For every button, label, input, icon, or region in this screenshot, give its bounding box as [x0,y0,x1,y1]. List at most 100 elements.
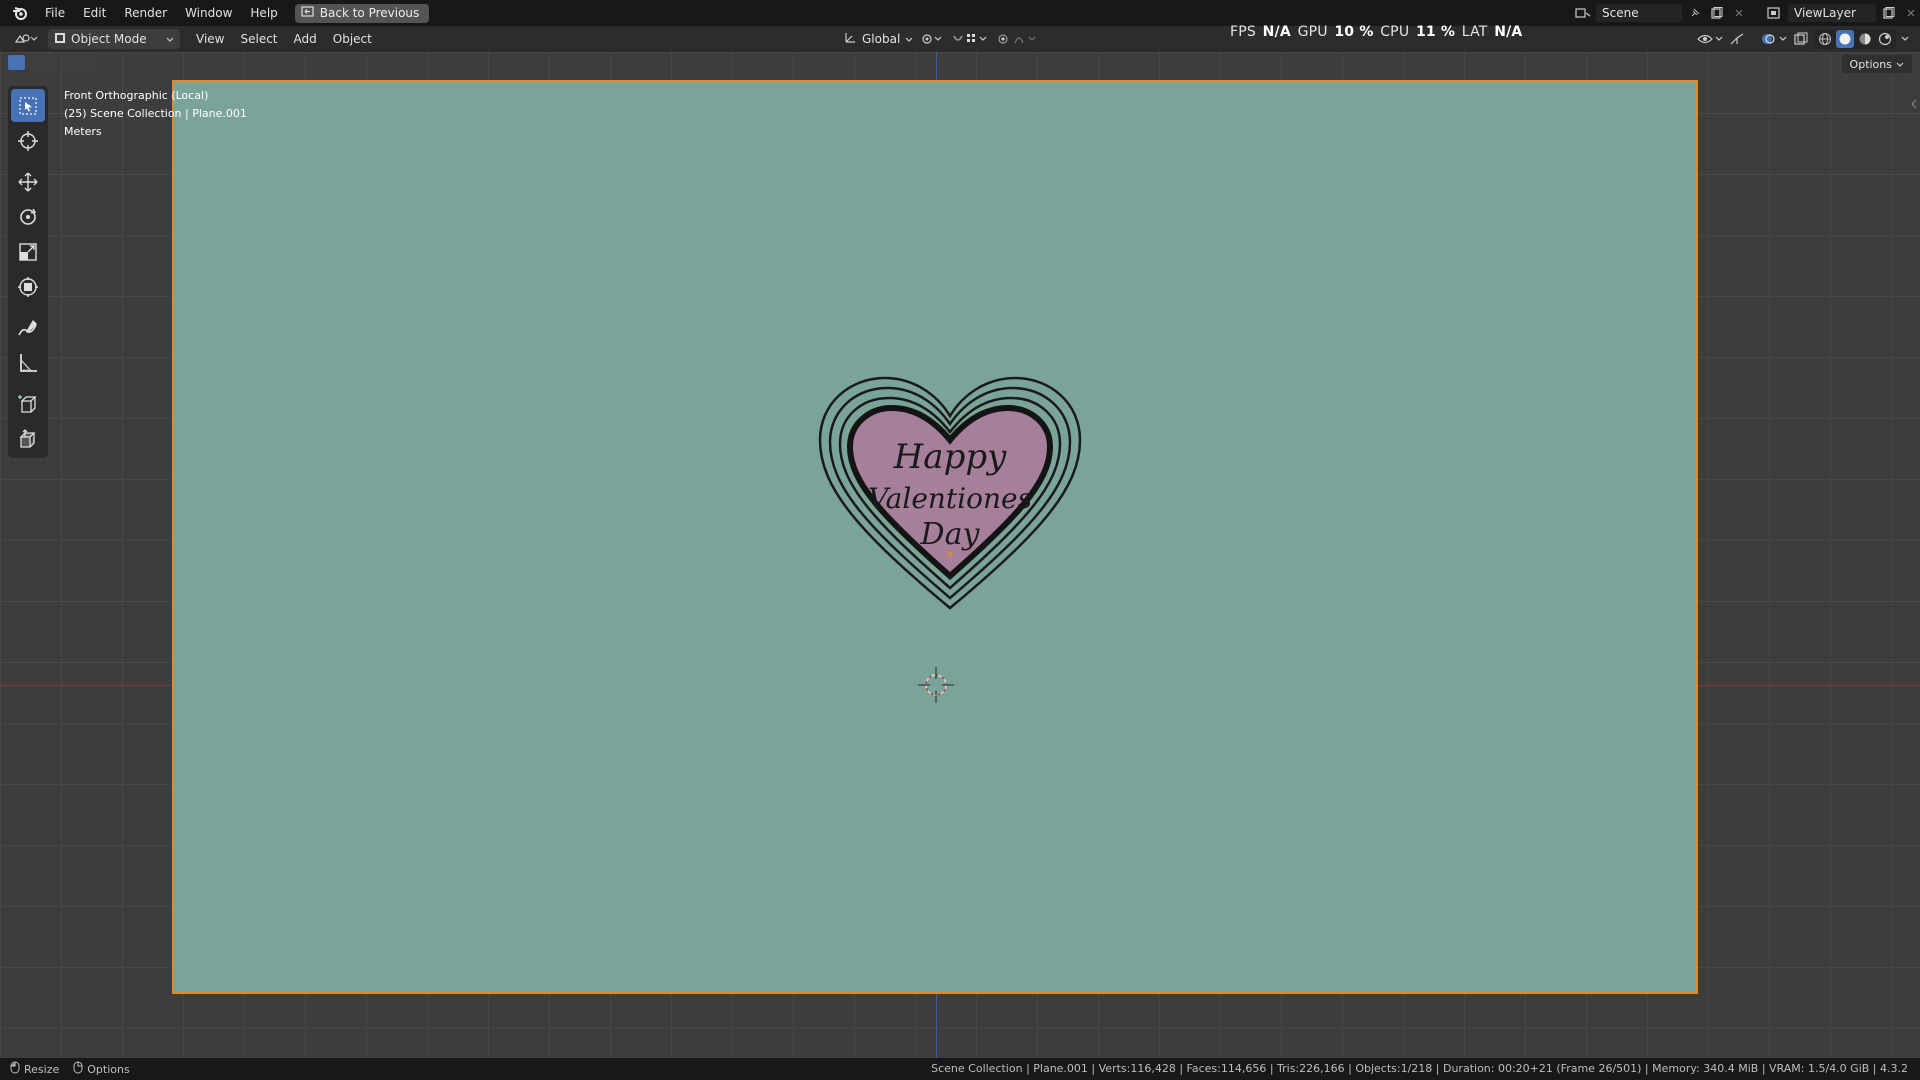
select-mode-invert-icon[interactable] [62,55,79,70]
view-name: Front Orthographic (Local) [64,89,209,102]
rotate-icon[interactable] [11,200,45,233]
status-bar: Resize Options Scene Collection | Plane.… [0,1058,1920,1080]
object-mode-dropdown[interactable]: Object Mode [48,29,180,49]
chevron-down-icon [1896,58,1904,71]
mouse-right-icon [73,1061,83,1077]
viewport-header: Object Mode View Select Add Object Globa… [0,26,1920,52]
visibility-eye-icon[interactable] [1696,30,1724,48]
viewport-info-overlay: Front Orthographic (Local) (25) Scene Co… [64,87,247,141]
object-mode-icon [54,32,66,47]
move-icon[interactable] [11,165,45,198]
overlays-icon[interactable] [1760,30,1788,48]
transform-orientation-label: Global [862,32,901,46]
material-preview-shading-icon[interactable] [1856,30,1874,48]
scene-browse-icon[interactable] [1574,4,1592,22]
unit-system: Meters [64,125,102,138]
proportional-editing-icon[interactable] [996,30,1040,48]
xray-toggle-icon[interactable] [1792,30,1810,48]
pin-icon[interactable] [1686,4,1704,22]
menu-window[interactable]: Window [176,0,241,26]
heart-text-line2: Valentiones [868,482,1032,515]
object-mode-label: Object Mode [71,32,147,46]
annotate-icon[interactable] [11,311,45,344]
lat-label: LAT [1461,24,1488,40]
mouse-left-icon [10,1061,20,1077]
transform-controls: Global [838,29,1040,49]
select-mode-new-icon[interactable] [8,55,25,70]
shading-mode-group [1814,29,1896,49]
extrude-icon[interactable] [11,422,45,455]
pivot-point-icon[interactable] [918,30,944,48]
camera-plane[interactable]: Happy Valentiones Day [172,80,1698,994]
select-mode-extend-icon[interactable] [26,55,43,70]
options-hint: Options [73,1061,130,1077]
3d-cursor-icon[interactable] [916,665,956,705]
measure-icon[interactable] [11,346,45,379]
chevron-down-icon [905,32,913,46]
heart-text-line3: Day [920,517,981,552]
scene-name: Scene [1602,6,1639,20]
collection-info: (25) Scene Collection | Plane.001 [64,107,247,120]
header-menu-object[interactable]: Object [325,32,380,46]
viewport-options-dropdown[interactable]: Options [1841,55,1912,73]
cursor-icon[interactable] [11,124,45,157]
back-to-previous-button[interactable]: Back to Previous [294,3,430,23]
header-menu-select[interactable]: Select [232,32,285,46]
chevron-down-icon [166,32,174,46]
select-mode-intersect-icon[interactable] [80,55,97,70]
object-origin-dot [947,551,953,557]
new-scene-icon[interactable] [1708,4,1726,22]
header-menu-view[interactable]: View [188,32,232,46]
resize-label: Resize [24,1062,60,1076]
editor-type-icon[interactable] [12,30,40,48]
back-to-previous-label: Back to Previous [319,6,420,20]
selection-mode-buttons [8,55,97,70]
snap-icon[interactable] [950,30,990,48]
gpu-value: 10 % [1334,24,1374,40]
resize-hint: Resize [10,1061,59,1077]
sidebar-toggle-icon[interactable] [1910,96,1918,110]
solid-shading-icon[interactable] [1836,30,1854,48]
select-box-icon[interactable] [11,89,45,122]
orientation-axis-icon [844,31,857,47]
transform-icon[interactable] [11,270,45,303]
wireframe-shading-icon[interactable] [1816,30,1834,48]
lat-value: N/A [1494,24,1523,40]
transform-orientation-dropdown[interactable]: Global [838,29,913,49]
menu-help[interactable]: Help [241,0,286,26]
valentines-heart[interactable]: Happy Valentiones Day [800,368,1100,628]
top-bar: File Edit Render Window Help Back to Pre… [0,0,1920,26]
blender-logo-icon[interactable] [10,3,30,23]
viewlayer-name: ViewLayer [1794,6,1856,20]
viewlayer-browse-icon[interactable] [1766,4,1784,22]
viewlayer-field[interactable]: ViewLayer [1788,4,1876,22]
select-mode-subtract-icon[interactable] [44,55,61,70]
cpu-value: 11 % [1415,24,1456,40]
add-cube-icon[interactable] [11,387,45,420]
screen-back-icon [301,5,314,21]
delete-scene-icon[interactable] [1730,4,1748,22]
scene-statistics: Scene Collection | Plane.001 | Verts:116… [931,1062,1908,1075]
delete-viewlayer-icon[interactable] [1902,4,1920,22]
menu-file[interactable]: File [36,0,74,26]
scene-field[interactable]: Scene [1596,4,1682,22]
cpu-label: CPU [1380,24,1410,40]
options-hint-label: Options [87,1062,130,1076]
new-viewlayer-icon[interactable] [1880,4,1898,22]
viewport-shading-controls [1696,29,1910,49]
performance-stats: FPS N/A GPU 10 % CPU 11 % LAT N/A [1230,24,1524,40]
rendered-shading-icon[interactable] [1876,30,1894,48]
tool-shelf [8,86,48,458]
fps-value: N/A [1262,24,1291,40]
gpu-label: GPU [1297,24,1328,40]
menu-render[interactable]: Render [115,0,176,26]
fps-label: FPS [1230,24,1256,40]
heart-text-line1: Happy [893,437,1007,477]
chevron-down-icon[interactable] [1900,30,1910,48]
menu-edit[interactable]: Edit [74,0,115,26]
scale-icon[interactable] [11,235,45,268]
gizmo-icon[interactable] [1728,30,1746,48]
scene-selectors: Scene ViewLayer [1574,0,1920,26]
header-menu-add[interactable]: Add [286,32,325,46]
viewport-options-label: Options [1849,57,1892,71]
